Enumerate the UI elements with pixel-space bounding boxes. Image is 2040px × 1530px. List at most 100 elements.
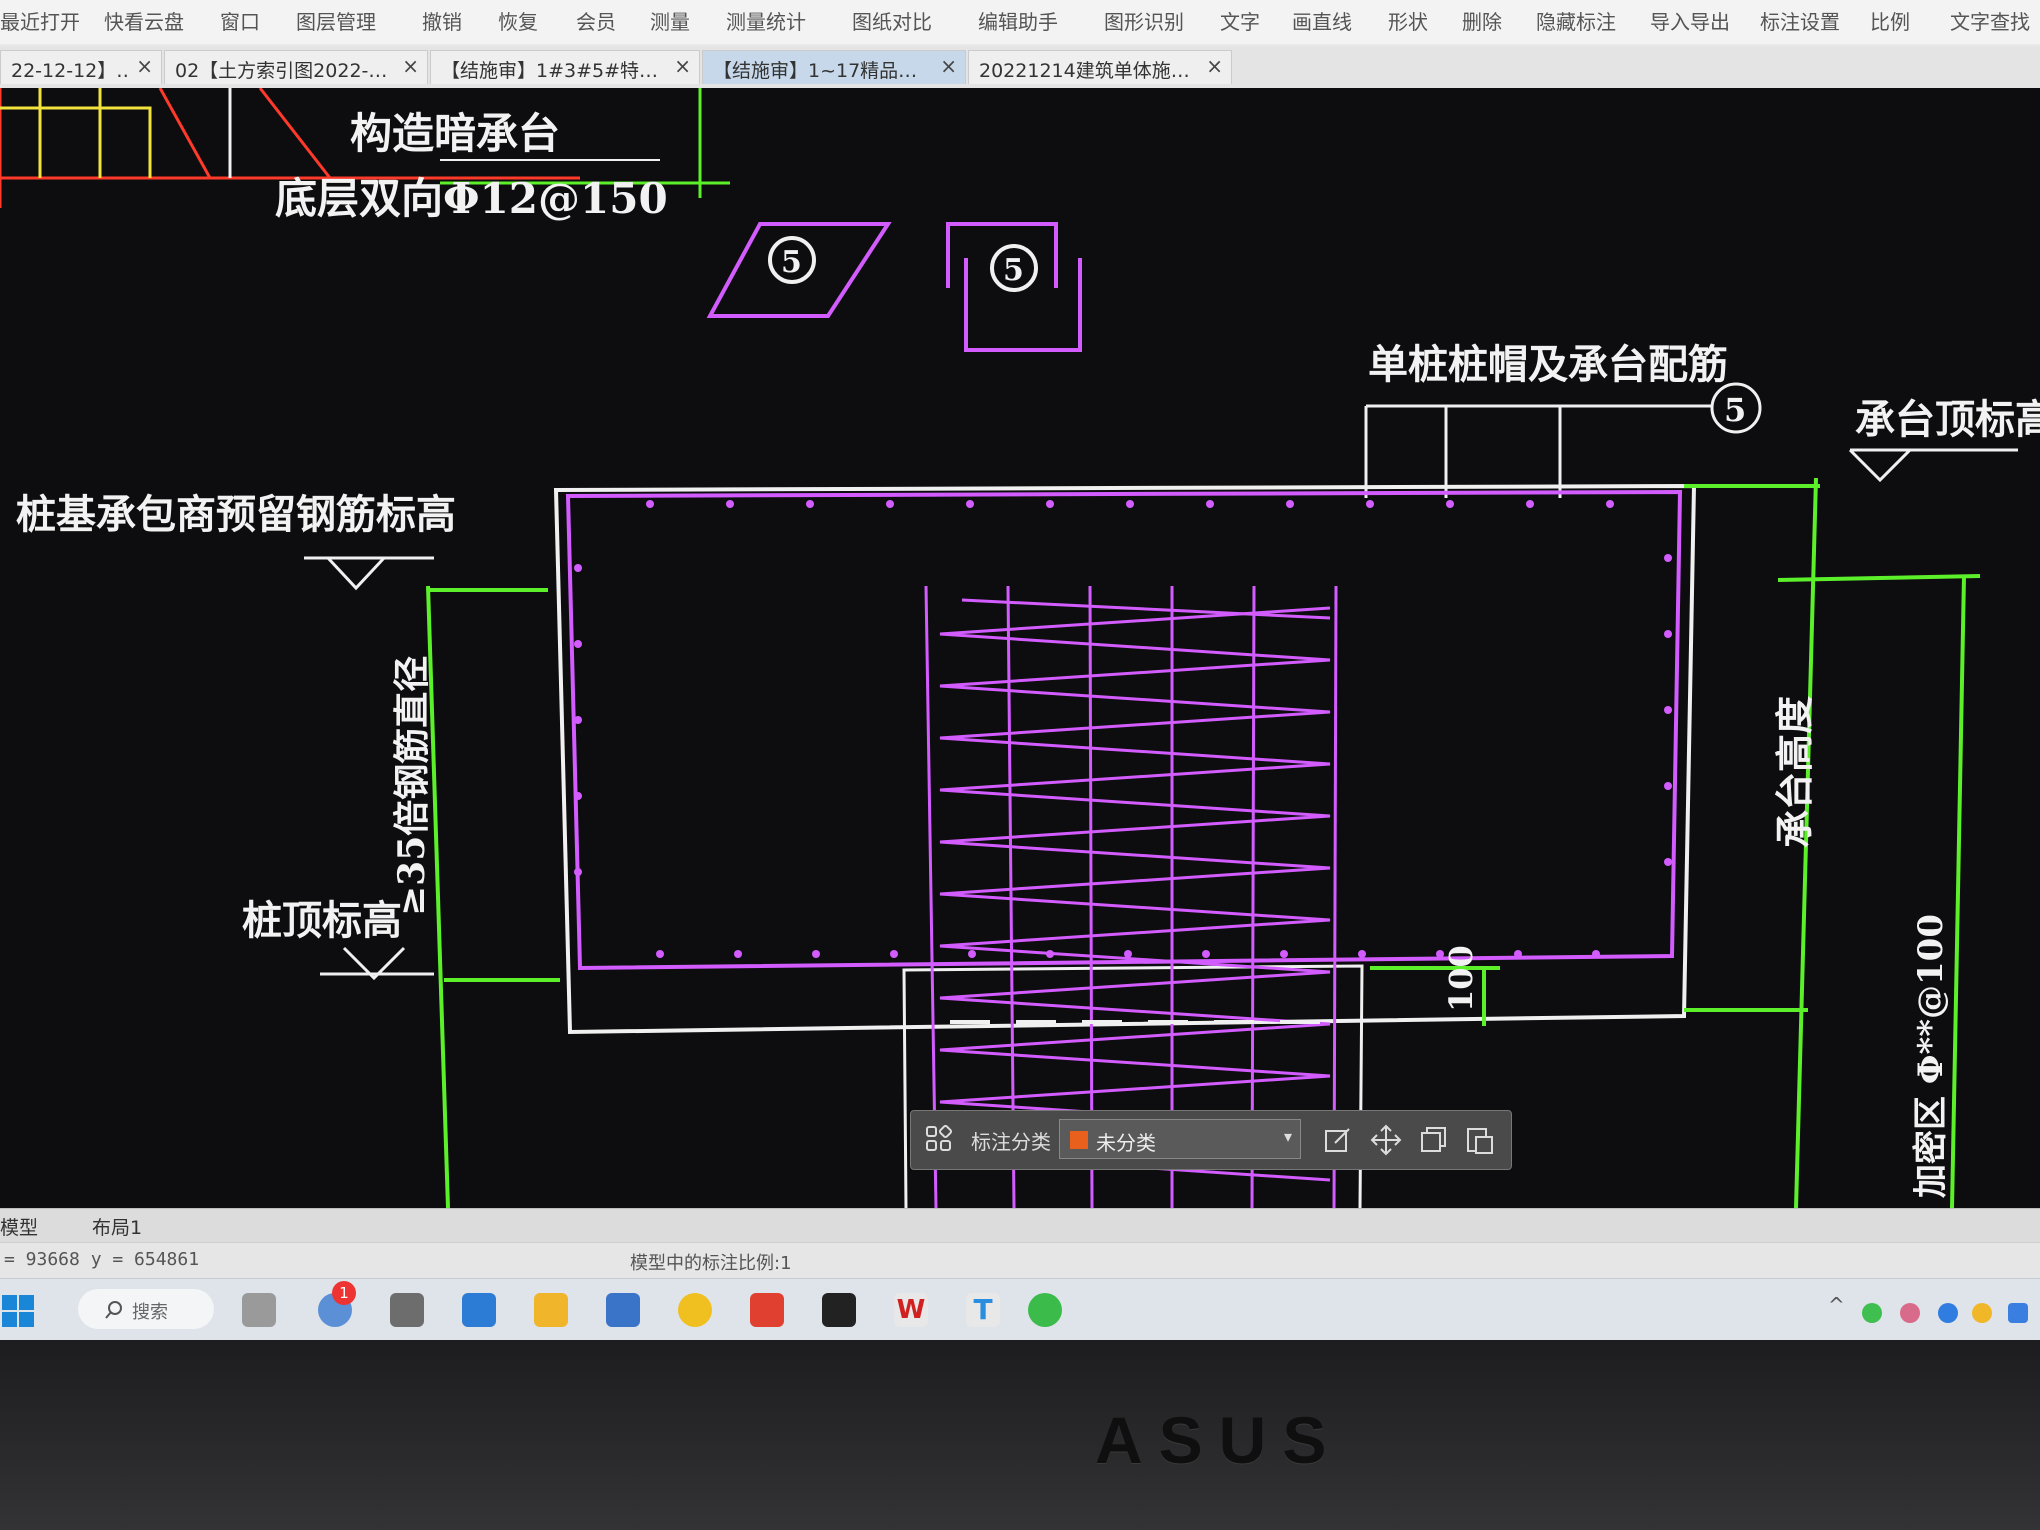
rebar-dot (806, 500, 814, 508)
annotation-category-value: 未分类 (1096, 1131, 1156, 1155)
cad-viewer-icon[interactable] (606, 1293, 640, 1327)
rebar-dot (1124, 950, 1132, 958)
store-icon[interactable] (462, 1293, 496, 1327)
close-icon[interactable]: × (136, 54, 153, 78)
toolbar-shape-recognize[interactable]: 图形识别 (1104, 6, 1184, 35)
close-icon[interactable]: × (402, 54, 419, 78)
close-icon[interactable]: × (940, 54, 957, 78)
toolbar-hide-annotation[interactable]: 隐藏标注 (1536, 6, 1616, 35)
rebar-dot (1514, 950, 1522, 958)
rebar-dot (726, 500, 734, 508)
rebar-dot (968, 950, 976, 958)
tab-label: 20221214建筑单体施… (979, 60, 1190, 82)
close-icon[interactable]: × (674, 54, 691, 78)
dimension-anchorage-length (426, 585, 560, 1208)
pdf-icon[interactable] (750, 1293, 784, 1327)
toolbar-layer-manager[interactable]: 图层管理 (296, 6, 376, 35)
toolbar-window[interactable]: 窗口 (220, 6, 260, 35)
grid-icon[interactable] (925, 1125, 953, 1153)
tab-label: 【结施审】1~17精品… (713, 60, 918, 82)
annotation-category-select[interactable]: 未分类 ▾ (1059, 1119, 1301, 1159)
rebar-dot (1446, 500, 1454, 508)
rebar-dot (1606, 500, 1614, 508)
label-cap-top-elevation: 承台顶标高 (1855, 396, 2040, 443)
section-label: 5 (781, 245, 802, 280)
tray-app-icon[interactable] (1900, 1303, 1920, 1323)
toolbar-annotation-settings[interactable]: 标注设置 (1760, 6, 1840, 35)
tab-document-5[interactable]: 20221214建筑单体施… × (968, 50, 1232, 84)
elevation-symbol (304, 556, 434, 591)
rebar-dot (574, 792, 582, 800)
tray-wechat-icon[interactable] (1862, 1303, 1882, 1323)
windows-start-icon[interactable] (0, 1293, 36, 1329)
pile-cap-outline (553, 483, 1820, 1208)
toolbar-recent-open[interactable]: 最近打开 (0, 6, 80, 35)
tab-document-2[interactable]: 02【土方索引图2022-… × (164, 50, 428, 84)
toolbar-import-export[interactable]: 导入导出 (1650, 6, 1730, 35)
tray-cloud-icon[interactable] (1972, 1303, 1992, 1323)
tab-document-1[interactable]: 22-12-12】… × (0, 50, 162, 84)
toolbar-compare[interactable]: 图纸对比 (852, 6, 932, 35)
chevron-up-icon[interactable]: ^ (1828, 1293, 1845, 1317)
tab-label: 22-12-12】… (11, 60, 127, 82)
monitor-screen: 最近打开 快看云盘 窗口 图层管理 撤销 恢复 会员 测量 测量统计 图纸对比 … (0, 0, 2040, 1340)
brand-logo: ASUS (1095, 1403, 1343, 1477)
rebar-dot (1280, 950, 1288, 958)
label-leader-lines (1364, 382, 1762, 498)
tab-document-3[interactable]: 【结施审】1#3#5#特… × (430, 50, 700, 84)
tab-document-4-active[interactable]: 【结施审】1~17精品… × (702, 50, 966, 84)
drawing-canvas[interactable]: 构造暗承台 底层双向Φ12@150 5 5 单桩桩帽及承台配筋 5 承台顶标高 … (0, 88, 2040, 1208)
label-single-pile-cap-rebar: 单桩桩帽及承台配筋 (1368, 341, 1728, 388)
section-marker-box: 5 (946, 222, 1082, 352)
toolbar-measure[interactable]: 测量 (650, 6, 690, 35)
section-label: 5 (1724, 391, 1746, 429)
chevron-down-icon: ▾ (1283, 1127, 1292, 1146)
toolbar-measure-stats[interactable]: 测量统计 (726, 6, 806, 35)
rebar-dot (574, 868, 582, 876)
cad-drawing: 构造暗承台 底层双向Φ12@150 5 5 单桩桩帽及承台配筋 5 承台顶标高 … (0, 88, 2040, 1208)
toolbar-edit-assistant[interactable]: 编辑助手 (978, 6, 1058, 35)
toolbar-text[interactable]: 文字 (1220, 6, 1260, 35)
move-icon[interactable] (1369, 1123, 1403, 1157)
tray-sync-icon[interactable] (1938, 1303, 1958, 1323)
toolbar-draw-line[interactable]: 画直线 (1292, 6, 1352, 35)
file-explorer-icon[interactable] (534, 1293, 568, 1327)
toolbar-scale[interactable]: 比例 (1870, 6, 1910, 35)
wechat-icon[interactable] (1028, 1293, 1062, 1327)
label-pile-contractor-rebar-elevation: 桩基承包商预留钢筋标高 (16, 491, 456, 538)
taskbar-search[interactable]: 搜索 (78, 1289, 214, 1329)
copy-icon[interactable] (1417, 1123, 1451, 1157)
section-label: 5 (1003, 253, 1024, 288)
rebar-dot (1366, 500, 1374, 508)
rebar-dot (1358, 950, 1366, 958)
label-cap-height: 承台高度 (1772, 696, 1817, 848)
tiktok-icon[interactable] (822, 1293, 856, 1327)
tab-model[interactable]: 模型 (0, 1213, 38, 1240)
toolbar-shape[interactable]: 形状 (1388, 6, 1428, 35)
tab-layout1[interactable]: 布局1 (92, 1213, 142, 1240)
tab-label: 02【土方索引图2022-… (175, 60, 388, 82)
toolbar-delete[interactable]: 删除 (1462, 6, 1502, 35)
rebar-dot (886, 500, 894, 508)
toolbar-member[interactable]: 会员 (576, 6, 616, 35)
toolbar-cloud-disk[interactable]: 快看云盘 (104, 6, 184, 35)
tray-security-icon[interactable] (2008, 1303, 2028, 1323)
task-view-icon[interactable] (242, 1293, 276, 1327)
tab-label: 【结施审】1#3#5#特… (441, 60, 659, 82)
rebar-dot (656, 950, 664, 958)
label-pile-top-elevation: 桩顶标高 (242, 897, 402, 944)
toolbar-undo[interactable]: 撤销 (422, 6, 462, 35)
section-marker-skewed: 5 (706, 222, 892, 318)
paste-icon[interactable] (1463, 1123, 1497, 1157)
annotation-scale-status: 模型中的标注比例:1 (630, 1253, 792, 1274)
elevation-symbol (1848, 448, 2018, 483)
wps-icon[interactable]: W (894, 1293, 928, 1327)
edit-annotation-icon[interactable] (1321, 1123, 1355, 1157)
toolbar-redo[interactable]: 恢复 (498, 6, 538, 35)
text-app-icon[interactable]: T (966, 1293, 1000, 1327)
browser-icon[interactable] (678, 1293, 712, 1327)
app-settings-icon[interactable] (390, 1293, 424, 1327)
close-icon[interactable]: × (1206, 54, 1223, 78)
toolbar-text-find[interactable]: 文字查找 (1950, 6, 2030, 35)
document-tab-bar: 22-12-12】… × 02【土方索引图2022-… × 【结施审】1#3#5… (0, 46, 2040, 89)
